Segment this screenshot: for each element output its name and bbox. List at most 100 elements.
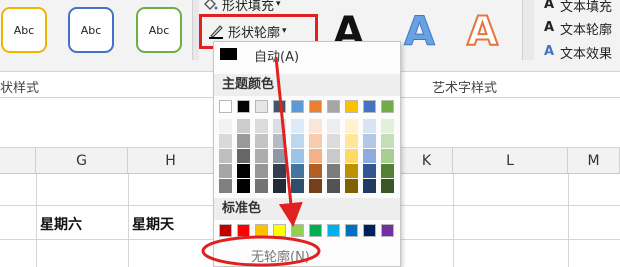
theme-color-shade[interactable] xyxy=(345,164,358,178)
text-effect-button[interactable]: A 文本效果 xyxy=(542,43,613,62)
theme-color-shade[interactable] xyxy=(219,149,232,163)
cell-saturday[interactable]: 星期六 xyxy=(40,214,82,234)
standard-color-swatch[interactable] xyxy=(327,224,340,237)
theme-color-shade[interactable] xyxy=(363,149,376,163)
shape-styles-gallery-scroll[interactable] xyxy=(192,0,199,60)
shape-style-3-button[interactable]: Abc xyxy=(136,7,182,53)
theme-color-shade[interactable] xyxy=(381,134,394,148)
theme-color-shade[interactable] xyxy=(273,149,286,163)
theme-color-shade[interactable] xyxy=(237,119,250,133)
theme-color-shade[interactable] xyxy=(309,134,322,148)
theme-color-shade[interactable] xyxy=(309,164,322,178)
shape-style-2-button[interactable]: Abc xyxy=(68,7,114,53)
theme-color-shade[interactable] xyxy=(237,164,250,178)
standard-color-swatch[interactable] xyxy=(381,224,394,237)
theme-color-shade[interactable] xyxy=(255,164,268,178)
theme-color-shade[interactable] xyxy=(273,119,286,133)
theme-color-swatch[interactable] xyxy=(309,100,322,113)
column-header-l[interactable]: L xyxy=(453,148,568,174)
theme-color-swatch[interactable] xyxy=(219,100,232,113)
theme-color-swatch[interactable] xyxy=(345,100,358,113)
column-divider xyxy=(453,174,454,267)
standard-color-swatch[interactable] xyxy=(237,224,250,237)
standard-color-swatch[interactable] xyxy=(309,224,322,237)
theme-color-shade[interactable] xyxy=(363,179,376,193)
column-divider xyxy=(36,174,37,267)
shape-style-1-button[interactable]: Abc xyxy=(1,7,47,53)
theme-color-swatch[interactable] xyxy=(363,100,376,113)
shape-fill-button[interactable]: 形状填充 ▾ xyxy=(202,0,281,14)
theme-color-shade[interactable] xyxy=(219,134,232,148)
column-header-blank[interactable] xyxy=(0,148,36,174)
theme-color-shade[interactable] xyxy=(219,119,232,133)
wordart-gallery-scroll[interactable] xyxy=(522,0,534,60)
standard-color-swatch[interactable] xyxy=(291,224,304,237)
theme-color-shade[interactable] xyxy=(273,164,286,178)
theme-color-shade[interactable] xyxy=(345,119,358,133)
theme-color-shade[interactable] xyxy=(381,119,394,133)
theme-color-shade[interactable] xyxy=(291,134,304,148)
theme-color-shade[interactable] xyxy=(345,134,358,148)
theme-color-shade[interactable] xyxy=(291,179,304,193)
theme-color-shade[interactable] xyxy=(219,164,232,178)
theme-color-shade[interactable] xyxy=(309,149,322,163)
theme-color-shade[interactable] xyxy=(255,179,268,193)
standard-color-swatch[interactable] xyxy=(219,224,232,237)
text-fill-button[interactable]: A 文本填充 xyxy=(542,0,612,15)
automatic-color-item[interactable]: 自动(A) xyxy=(214,42,400,65)
theme-color-shade[interactable] xyxy=(309,179,322,193)
column-header-h[interactable]: H xyxy=(128,148,214,174)
text-outline-button[interactable]: A 文本轮廓 xyxy=(542,19,612,38)
chevron-down-icon: ▾ xyxy=(276,0,281,9)
text-effect-label: 文本效果 xyxy=(560,46,613,62)
column-divider xyxy=(128,174,129,267)
theme-color-shade[interactable] xyxy=(345,179,358,193)
theme-color-shade[interactable] xyxy=(255,134,268,148)
column-header-m[interactable]: M xyxy=(568,148,620,174)
no-outline-item[interactable]: 无轮廓(N) xyxy=(214,242,400,266)
theme-color-shade[interactable] xyxy=(237,134,250,148)
theme-color-shade[interactable] xyxy=(327,179,340,193)
theme-color-shade[interactable] xyxy=(363,119,376,133)
theme-color-shade[interactable] xyxy=(237,179,250,193)
standard-color-swatch[interactable] xyxy=(363,224,376,237)
theme-color-shade[interactable] xyxy=(309,119,322,133)
theme-color-swatch[interactable] xyxy=(273,100,286,113)
standard-color-swatch[interactable] xyxy=(345,224,358,237)
theme-color-shade[interactable] xyxy=(291,164,304,178)
theme-color-shade[interactable] xyxy=(291,149,304,163)
column-header-g[interactable]: G xyxy=(36,148,128,174)
theme-color-shade[interactable] xyxy=(381,149,394,163)
theme-color-shade[interactable] xyxy=(381,179,394,193)
theme-color-shade[interactable] xyxy=(273,179,286,193)
theme-color-swatch[interactable] xyxy=(327,100,340,113)
wordart-style-2-button[interactable]: A xyxy=(404,12,436,53)
column-header-k[interactable]: K xyxy=(401,148,453,174)
theme-color-shade[interactable] xyxy=(381,164,394,178)
automatic-color-label: 自动(A) xyxy=(254,50,300,65)
theme-color-shade[interactable] xyxy=(237,149,250,163)
theme-color-shade[interactable] xyxy=(327,149,340,163)
theme-color-shade[interactable] xyxy=(255,149,268,163)
theme-color-shade[interactable] xyxy=(345,149,358,163)
shape-fill-label: 形状填充 xyxy=(222,0,275,14)
standard-color-swatch[interactable] xyxy=(273,224,286,237)
standard-colors-heading: 标准色 xyxy=(214,198,400,220)
theme-color-shade[interactable] xyxy=(291,119,304,133)
theme-color-swatch[interactable] xyxy=(255,100,268,113)
theme-color-swatch[interactable] xyxy=(381,100,394,113)
theme-color-shade[interactable] xyxy=(273,134,286,148)
shape-style-1-label: Abc xyxy=(13,23,35,37)
theme-color-shade[interactable] xyxy=(327,119,340,133)
theme-color-shade[interactable] xyxy=(219,179,232,193)
theme-color-shade[interactable] xyxy=(363,164,376,178)
theme-color-swatch[interactable] xyxy=(291,100,304,113)
wordart-style-3-button[interactable]: A xyxy=(466,11,499,53)
theme-color-swatch[interactable] xyxy=(237,100,250,113)
theme-color-shade[interactable] xyxy=(255,119,268,133)
theme-color-shade[interactable] xyxy=(327,164,340,178)
standard-color-swatch[interactable] xyxy=(255,224,268,237)
cell-sunday[interactable]: 星期天 xyxy=(132,214,174,234)
theme-color-shade[interactable] xyxy=(363,134,376,148)
theme-color-shade[interactable] xyxy=(327,134,340,148)
